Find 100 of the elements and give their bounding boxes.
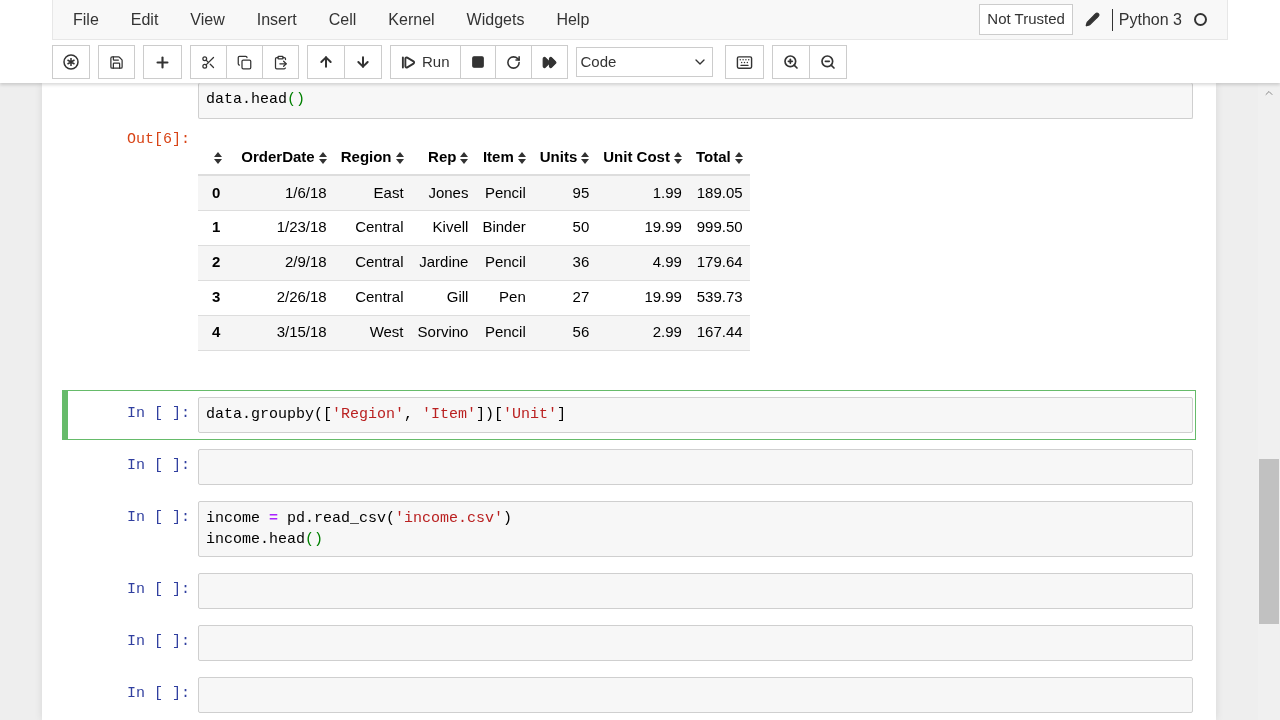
interrupt-button[interactable] [459, 45, 496, 79]
sort-icon[interactable] [395, 152, 404, 165]
input-prompt: In [ ]: [127, 403, 190, 424]
input-prompt: In [ ]: [127, 683, 190, 704]
input-prompt: In [ ]: [127, 579, 190, 600]
menu-item[interactable]: Cell [328, 7, 357, 32]
table-cell: Jardine [419, 253, 469, 271]
table-cell: Central [355, 253, 404, 271]
notebook-cell[interactable]: In [ ]: [62, 617, 1196, 668]
save-button[interactable] [98, 45, 135, 79]
menu-item[interactable]: View [190, 7, 225, 32]
copy-icon [237, 54, 252, 70]
notebook-cell[interactable]: In [ ]: income = pd.read_csv('income.csv') income.head() [62, 493, 1196, 564]
table-cell: 2/26/18 [276, 288, 327, 306]
menu-item[interactable]: Widgets [466, 7, 525, 32]
scrollbar-thumb[interactable] [1259, 459, 1279, 624]
sort-icon[interactable] [734, 152, 743, 165]
sort-icon[interactable] [581, 152, 590, 165]
column-header[interactable]: Total [695, 148, 731, 166]
table-cell: 95 [572, 183, 590, 201]
column-header[interactable]: OrderDate [241, 148, 315, 166]
move-up-button[interactable] [307, 45, 345, 79]
table-cell: 3/15/18 [276, 323, 327, 341]
column-header[interactable]: Item [482, 148, 514, 166]
zoom-in-button[interactable] [771, 45, 810, 79]
sort-icon[interactable] [214, 152, 223, 165]
notebook-cell[interactable]: In [ ]: [62, 669, 1196, 720]
scissors-icon [201, 54, 216, 70]
copy-button[interactable] [226, 45, 263, 79]
table-cell: 189.05 [696, 183, 743, 201]
move-down-button[interactable] [344, 45, 382, 79]
table-cell: Pen [499, 288, 526, 306]
keyboard-shortcuts-button[interactable] [724, 45, 764, 79]
table-cell: 1.99 [652, 183, 682, 201]
menu-item[interactable]: Help [556, 7, 590, 32]
code-line: income.head() [206, 529, 325, 550]
table-cell: 1/23/18 [276, 218, 327, 236]
command-palette-button[interactable] [52, 45, 90, 79]
code-line: income = pd.read_csv('income.csv') [206, 508, 514, 529]
notebook-cell[interactable]: In [ ]: data.groupby(['Region', 'Item'])['Unit'] [62, 389, 1196, 440]
code-input[interactable] [198, 676, 1193, 713]
table-cell: 2/9/18 [285, 253, 327, 271]
sort-icon[interactable] [318, 152, 327, 165]
kernel-name[interactable]: Python 3 [1118, 7, 1182, 32]
trust-indicator[interactable]: Not Trusted [979, 4, 1073, 35]
table-cell: Kivell [432, 218, 469, 236]
cell-type-select[interactable]: Code [575, 47, 713, 77]
column-header[interactable]: Unit Cost [603, 148, 670, 166]
insert-cell-button[interactable] [143, 45, 182, 79]
table-cell: 539.73 [696, 288, 743, 306]
save-icon [109, 54, 124, 70]
zoom-out-icon [819, 54, 836, 70]
menu-item[interactable]: Edit [130, 7, 159, 32]
edit-icon[interactable] [1084, 12, 1100, 27]
code-input[interactable]: income = pd.read_csv('income.csv') income.head() [198, 500, 1193, 557]
table-cell: Binder [482, 218, 526, 236]
column-header[interactable]: Region [340, 148, 392, 166]
table-cell: Pencil [484, 323, 526, 341]
input-prompt: In [ ]: [127, 455, 190, 476]
sort-icon[interactable] [673, 152, 682, 165]
notebook-cell[interactable]: In [ ]: [62, 441, 1196, 492]
table-cell: East [373, 183, 404, 201]
table-cell: 56 [572, 323, 590, 341]
stop-icon [470, 55, 485, 69]
code-input[interactable] [198, 572, 1193, 609]
code-input[interactable] [198, 448, 1193, 485]
table-cell: Gill [446, 288, 469, 306]
table-cell: Pencil [484, 253, 526, 271]
code-input[interactable]: data.head() [198, 83, 1193, 119]
column-header[interactable]: Rep [428, 148, 457, 166]
table-cell: West [369, 323, 404, 341]
menu-item[interactable]: Kernel [388, 7, 435, 32]
output-prompt: Out[6]: [127, 130, 190, 150]
fast-forward-icon [541, 54, 557, 70]
restart-icon [505, 54, 521, 70]
run-all-button[interactable] [530, 45, 568, 79]
column-header[interactable]: Units [539, 148, 578, 166]
row-index: 3 [212, 288, 221, 306]
paste-button[interactable] [262, 45, 299, 79]
cut-button[interactable] [190, 45, 227, 79]
notebook-cell[interactable]: In [ ]: [62, 565, 1196, 616]
restart-button[interactable] [494, 45, 532, 79]
table-cell: 2.99 [652, 323, 682, 341]
zoom-out-button[interactable] [808, 45, 847, 79]
step-forward-icon [401, 54, 416, 70]
table-cell: 167.44 [696, 323, 743, 341]
row-index: 1 [212, 218, 221, 236]
menu-item[interactable]: File [73, 7, 99, 32]
row-index: 4 [212, 323, 221, 341]
sort-icon[interactable] [460, 152, 469, 165]
sort-icon[interactable] [517, 152, 526, 165]
row-index: 0 [212, 183, 221, 201]
code-input[interactable]: data.groupby(['Region', 'Item'])['Unit'] [198, 396, 1193, 433]
table-cell: Central [355, 288, 404, 306]
table-cell: Jones [428, 183, 469, 201]
menu-item[interactable]: Insert [256, 7, 297, 32]
table-cell: 19.99 [644, 218, 682, 236]
run-button[interactable]: Run [390, 45, 461, 79]
code-input[interactable] [198, 624, 1193, 661]
table-cell: 27 [572, 288, 590, 306]
